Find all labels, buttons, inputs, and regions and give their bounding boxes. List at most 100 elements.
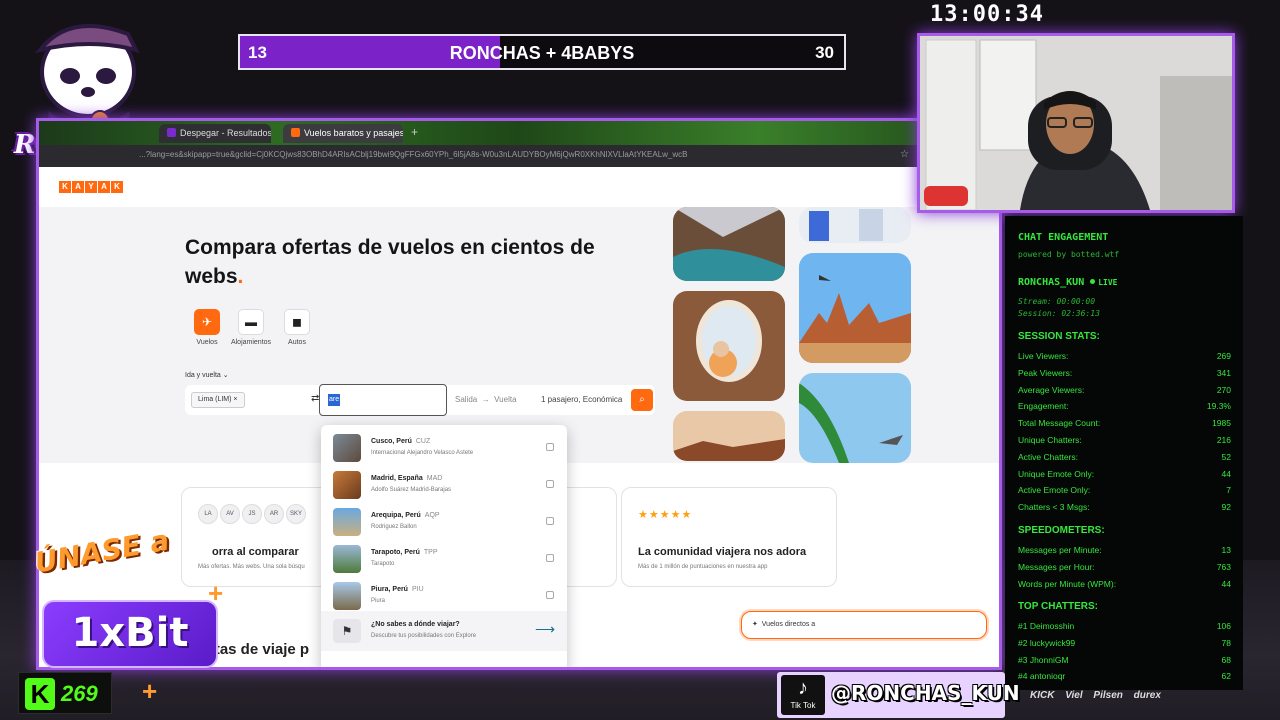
new-tab-icon[interactable]: + — [411, 125, 418, 139]
live-badge: LIVE — [1098, 278, 1118, 287]
offers-section-heading: rtas de viaje p — [209, 641, 310, 658]
speedometer-row: Messages per Hour: 763 — [1018, 562, 1231, 572]
tiktok-logo-icon: ♪ Tik Tok — [781, 675, 825, 715]
right-score: 30 — [815, 43, 834, 62]
top-chatter-label: #4 antonioqr — [1018, 671, 1066, 682]
tab-kayak[interactable]: Vuelos baratos y pasajes aéreo — [283, 124, 403, 143]
suggestion-tarapoto[interactable]: Tarapoto, Perú TPP Tarapoto — [321, 540, 567, 577]
tab-label: Despegar - Resultados de Vue — [180, 128, 271, 138]
departure-date[interactable]: Salida — [455, 395, 477, 404]
community-card-sub: Más de 1 millón de puntuaciones en nuest… — [638, 564, 768, 570]
suggestion-name: Tarapoto, Perú TPP — [371, 549, 438, 556]
session-stat-row: Unique Emote Only: 44 — [1018, 469, 1231, 479]
logo-letter: K — [59, 181, 71, 193]
live-dot-icon — [1090, 279, 1096, 284]
airline-logo: LA — [198, 504, 218, 524]
session-stat-label: Engagement: — [1018, 401, 1069, 412]
speedometers-header: SPEEDOMETERS: — [1018, 525, 1105, 536]
suggestion-checkbox[interactable] — [546, 554, 554, 562]
airline-logos: LA AV JS AR SKY — [198, 504, 306, 524]
trip-type-select[interactable]: Ida y vuelta ⌄ — [185, 371, 229, 379]
promo-brand-badge: 1xBit — [42, 600, 218, 668]
suggestion-code: CUZ — [415, 438, 431, 445]
tiktok-handle: @RONCHAS_KUN — [831, 681, 1020, 705]
session-stat-label: Chatters < 3 Msgs: — [1018, 502, 1090, 513]
kayak-page: K A Y A K Compara ofertas de vuelos en c… — [39, 167, 999, 667]
suggestion-checkbox[interactable] — [546, 591, 554, 599]
suggestion-city: Piura, Perú — [371, 586, 408, 593]
close-icon[interactable]: × — [233, 396, 237, 403]
suggestion-arequipa[interactable]: Arequipa, Perú AQP Rodriguez Ballon — [321, 503, 567, 540]
suggestion-airport: Rodriguez Ballon — [371, 524, 417, 530]
chat-engagement-panel: CHAT ENGAGEMENT powered by botted.wtf RO… — [1005, 216, 1243, 690]
session-stat-value: 270 — [1216, 384, 1231, 395]
photo-palm — [799, 373, 911, 463]
photo-child-window — [673, 291, 785, 401]
origin-chip[interactable]: Lima (LIM) × — [191, 392, 245, 408]
session-stat-row: Unique Chatters: 216 — [1018, 435, 1231, 445]
session-stat-value: 19.3% — [1206, 401, 1231, 412]
versus-score-bar: 13 RONCHAS + 4BABYS 30 — [238, 34, 846, 70]
suggestion-checkbox[interactable] — [546, 480, 554, 488]
passengers-select[interactable]: 1 pasajero, Económica — [541, 395, 622, 404]
direct-flights-pill[interactable]: ✦ Vuelos directos a — [741, 611, 987, 639]
channel-name: RONCHAS_KUN — [1018, 277, 1085, 288]
plus-icon: + — [142, 676, 158, 706]
suggestion-madrid[interactable]: Madrid, España MAD Adolfo Suárez Madrid-B… — [321, 466, 567, 503]
destination-field[interactable]: are — [319, 384, 447, 416]
suggestion-thumbnail — [333, 582, 361, 610]
suggestion-code: TPP — [423, 549, 438, 556]
date-fields[interactable]: Salida → Vuelta — [455, 395, 517, 404]
top-chatter-row: #2 luckywick99 78 — [1018, 638, 1231, 648]
logo-letter: K — [111, 181, 123, 193]
hero-title-dot: . — [237, 265, 244, 288]
tab-label: Vuelos baratos y pasajes aéreo — [304, 128, 403, 138]
speedometer-row: Words per Minute (WPM): 44 — [1018, 579, 1231, 589]
suggestion-cusco[interactable]: Cusco, Perú CUZ Internacional Alejandro V… — [321, 429, 567, 466]
explore-suggestion[interactable]: ⚑ ¿No sabes a dónde viajar? Descubre tus… — [321, 611, 567, 651]
compare-card-sub: Más ofertas. Más webs. Una sola búsqu — [198, 564, 305, 570]
url-text: ...?lang=es&skipapp=true&gclid=Cj0KCQjws… — [139, 150, 688, 159]
suggestion-airport: Adolfo Suárez Madrid-Barajas — [371, 487, 452, 493]
search-button[interactable]: ⌕ — [631, 389, 653, 411]
community-card: ★★★★★ La comunidad viajera nos adora Más… — [621, 487, 837, 587]
kayak-logo[interactable]: K A Y A K — [59, 181, 123, 193]
session-stat-row: Engagement: 19.3% — [1018, 401, 1231, 411]
plane-icon: ✈ — [194, 309, 220, 335]
tab-despegar[interactable]: Despegar - Resultados de Vue — [159, 124, 271, 143]
hero-title-text: Compara ofertas de vuelos en cientos de … — [185, 236, 595, 288]
search-icon: ⌕ — [639, 394, 645, 405]
top-chatter-row: #3 JhonniGM 68 — [1018, 655, 1231, 665]
top-chatter-label: #3 JhonniGM — [1018, 654, 1069, 665]
session-stat-label: Live Viewers: — [1018, 351, 1069, 361]
session-stat-row: Peak Viewers: 341 — [1018, 368, 1231, 378]
arrow-right-icon: ⟶ — [535, 621, 556, 637]
airline-logo: AV — [220, 504, 240, 524]
despegar-favicon-icon — [167, 128, 176, 137]
top-chatter-value: 106 — [1216, 621, 1231, 631]
flag-icon: ⚑ — [333, 619, 361, 643]
destination-input-text[interactable]: are — [328, 394, 341, 406]
suggestion-checkbox[interactable] — [546, 517, 554, 525]
session-stat-row: Active Emote Only: 7 — [1018, 485, 1231, 495]
airline-logo: SKY — [286, 504, 306, 524]
speedometer-value: 763 — [1216, 561, 1231, 572]
photo-wing-coast — [673, 207, 785, 281]
panel-powered-by: powered by botted.wtf — [1018, 250, 1120, 259]
airline-logo: AR — [264, 504, 284, 524]
kick-viewer-counter: K 269 — [18, 672, 112, 714]
suggestion-thumbnail — [333, 471, 361, 499]
kick-logo-icon: K — [25, 678, 55, 710]
suggestion-piura[interactable]: Piura, Perú PIU Piura — [321, 577, 567, 614]
session-stat-row: Active Chatters: 52 — [1018, 452, 1231, 462]
bookmark-star-icon[interactable]: ☆ — [900, 149, 909, 160]
category-cars[interactable]: ◼ Autos — [267, 309, 327, 346]
suggestion-name: Madrid, España MAD — [371, 475, 442, 482]
address-bar[interactable]: ...?lang=es&skipapp=true&gclid=Cj0KCQjws… — [39, 145, 999, 167]
direct-flights-label: Vuelos directos a — [761, 621, 816, 628]
return-date[interactable]: Vuelta — [494, 395, 516, 404]
session-stat-value: 7 — [1226, 485, 1231, 496]
session-stat-value: 92 — [1221, 502, 1231, 513]
suggestion-checkbox[interactable] — [546, 443, 554, 451]
panel-title: CHAT ENGAGEMENT — [1018, 232, 1109, 243]
